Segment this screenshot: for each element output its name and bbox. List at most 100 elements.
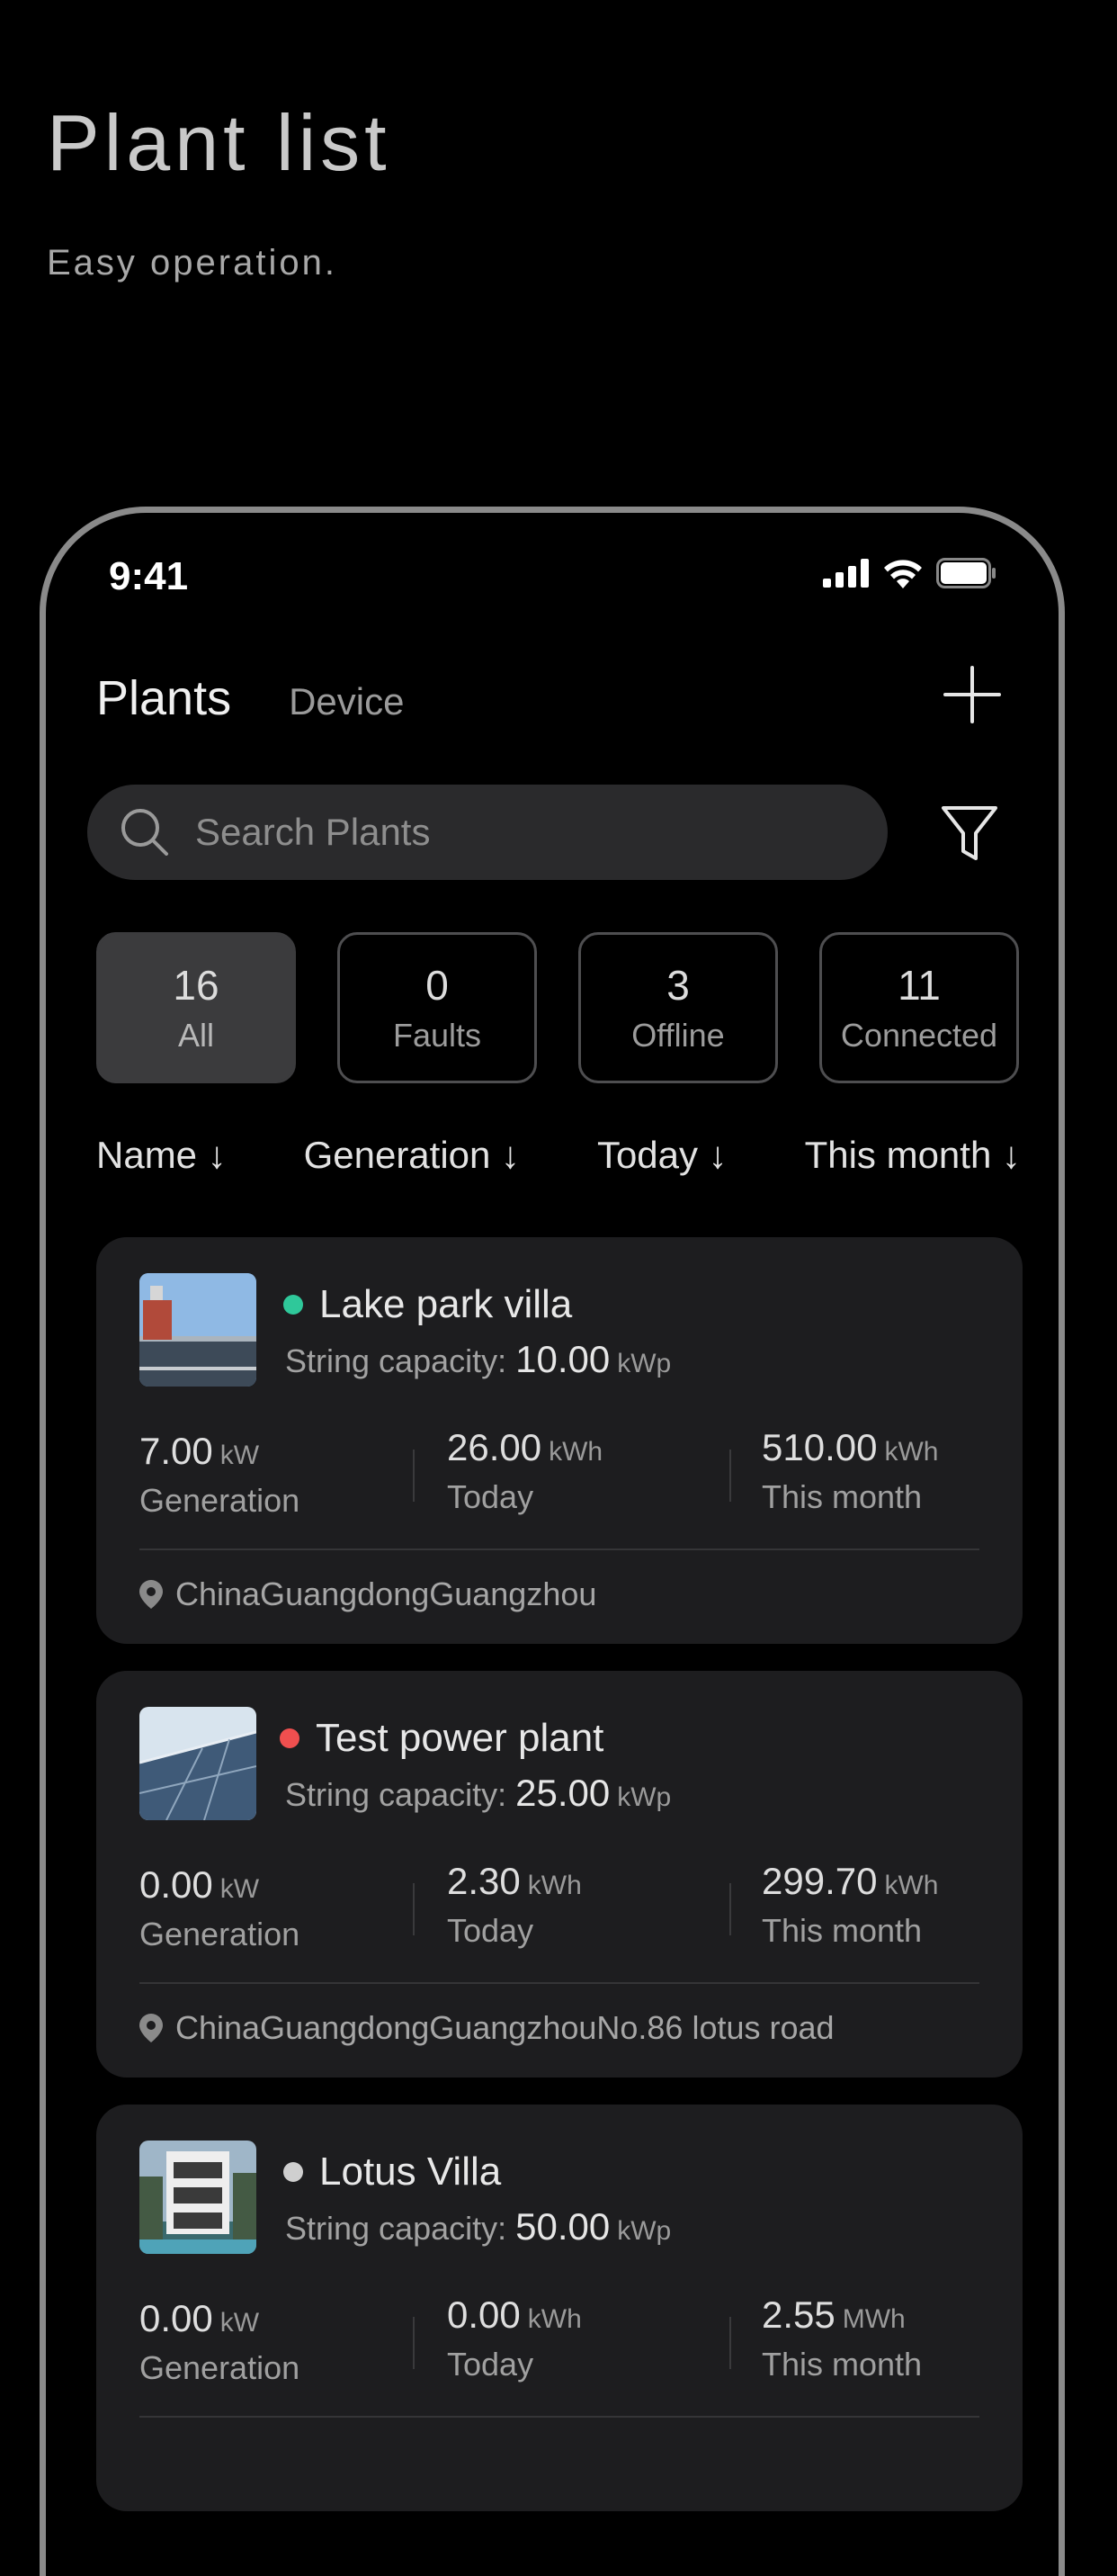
- generation-label: Generation: [139, 1916, 300, 1952]
- count-connected: 11: [898, 962, 941, 1010]
- plant-name: Lotus Villa: [319, 2150, 502, 2194]
- location-row: ChinaGuangdongGuangzhou: [139, 1575, 596, 1613]
- status-icons: [823, 558, 997, 588]
- metric-generation: 0.00 kW Generation: [139, 1863, 299, 1953]
- add-plant-button[interactable]: [942, 664, 1003, 725]
- metric-today: 0.00 kWh Today: [447, 2293, 582, 2383]
- status-dot: [280, 1728, 299, 1748]
- search-input[interactable]: [193, 810, 827, 855]
- generation-unit: kW: [219, 1441, 260, 1470]
- month-unit: kWh: [884, 1437, 939, 1467]
- sort-generation[interactable]: Generation ↓: [304, 1134, 520, 1177]
- capacity-unit: kWp: [617, 2216, 672, 2246]
- month-unit: kWh: [884, 1871, 939, 1900]
- divider: [139, 2416, 979, 2418]
- today-label: Today: [447, 1912, 534, 1949]
- phone-frame: 9:41 Plants Device Search Plants 16 All …: [40, 507, 1065, 2576]
- battery-icon: [936, 558, 996, 588]
- hero-subtitle: Easy operation.: [47, 243, 337, 283]
- month-unit: MWh: [842, 2304, 906, 2334]
- generation-value: 7.00: [139, 1430, 213, 1472]
- metric-today: 2.30 kWh Today: [447, 1860, 582, 1950]
- sort-this-month[interactable]: This month ↓: [805, 1134, 1021, 1177]
- location-pin-icon: [139, 1580, 163, 1609]
- generation-value: 0.00: [139, 2297, 213, 2339]
- today-label: Today: [447, 2346, 534, 2383]
- divider: [413, 2317, 415, 2369]
- capacity-row: String capacity: 25.00 kWp: [285, 1772, 671, 1815]
- month-label: This month: [762, 1912, 923, 1949]
- sort-today[interactable]: Today ↓: [597, 1134, 728, 1177]
- location-pin-icon: [139, 2014, 163, 2042]
- tab-plants[interactable]: Plants: [96, 670, 231, 726]
- plant-name-row: Lake park villa: [283, 1282, 572, 1327]
- capacity-value: 10.00: [515, 1338, 611, 1380]
- capacity-label: String capacity:: [285, 2210, 507, 2247]
- month-label: This month: [762, 1478, 923, 1515]
- capacity-unit: kWp: [617, 1349, 672, 1378]
- generation-label: Generation: [139, 2349, 300, 2386]
- top-tabs: Plants Device: [96, 670, 404, 726]
- signal-icon: [823, 559, 869, 588]
- status-time: 9:41: [109, 554, 189, 598]
- capacity-value: 25.00: [515, 1772, 611, 1814]
- capacity-value: 50.00: [515, 2205, 611, 2248]
- sort-name[interactable]: Name ↓: [96, 1134, 227, 1177]
- capacity-label: String capacity:: [285, 1342, 507, 1379]
- generation-unit: kW: [219, 2308, 260, 2338]
- label-connected: Connected: [840, 1016, 998, 1054]
- wifi-icon: [884, 560, 922, 588]
- plant-thumbnail: [139, 1707, 256, 1820]
- count-all: 16: [173, 962, 219, 1010]
- month-value: 299.70: [762, 1860, 878, 1902]
- today-value: 2.30: [447, 1860, 521, 1902]
- count-offline: 3: [666, 962, 690, 1010]
- status-dot: [283, 1295, 303, 1315]
- divider: [413, 1883, 415, 1935]
- sort-bar: Name ↓ Generation ↓ Today ↓ This month ↓: [96, 1134, 1021, 1177]
- generation-value: 0.00: [139, 1863, 213, 1906]
- filter-faults[interactable]: 0 Faults: [337, 932, 537, 1083]
- plant-name-row: Test power plant: [280, 1716, 603, 1761]
- label-offline: Offline: [631, 1016, 725, 1054]
- filter-icon[interactable]: [940, 803, 999, 866]
- count-faults: 0: [425, 962, 449, 1010]
- divider: [413, 1450, 415, 1502]
- metric-month: 510.00 kWh This month: [762, 1426, 938, 1516]
- location-text: ChinaGuangdongGuangzhou: [175, 1575, 597, 1612]
- filter-offline[interactable]: 3 Offline: [578, 932, 778, 1083]
- search-bar[interactable]: [87, 785, 888, 880]
- status-dot: [283, 2162, 303, 2182]
- today-label: Today: [447, 1478, 534, 1515]
- generation-label: Generation: [139, 1482, 300, 1519]
- label-all: All: [177, 1016, 214, 1054]
- divider: [729, 1450, 731, 1502]
- search-icon: [121, 809, 168, 856]
- plant-thumbnail: [139, 2141, 256, 2254]
- month-value: 2.55: [762, 2293, 836, 2336]
- tab-device[interactable]: Device: [289, 680, 404, 723]
- capacity-row: String capacity: 10.00 kWp: [285, 1338, 671, 1381]
- capacity-unit: kWp: [617, 1782, 672, 1812]
- metric-month: 2.55 MWh This month: [762, 2293, 922, 2383]
- capacity-label: String capacity:: [285, 1776, 507, 1813]
- divider: [139, 1982, 979, 1984]
- plant-name: Lake park villa: [319, 1282, 573, 1326]
- month-value: 510.00: [762, 1426, 878, 1468]
- divider: [729, 1883, 731, 1935]
- plant-card[interactable]: Lake park villa String capacity: 10.00 k…: [96, 1237, 1023, 1644]
- today-unit: kWh: [549, 1437, 603, 1467]
- filter-all[interactable]: 16 All: [96, 932, 296, 1083]
- divider: [139, 1548, 979, 1550]
- plant-card[interactable]: Lotus Villa String capacity: 50.00 kWp 0…: [96, 2105, 1023, 2511]
- filter-connected[interactable]: 11 Connected: [819, 932, 1019, 1083]
- today-unit: kWh: [527, 1871, 582, 1900]
- plant-card[interactable]: Test power plant String capacity: 25.00 …: [96, 1671, 1023, 2078]
- hero-title: Plant list: [47, 98, 391, 187]
- metric-today: 26.00 kWh Today: [447, 1426, 603, 1516]
- month-label: This month: [762, 2346, 923, 2383]
- plant-name-row: Lotus Villa: [283, 2150, 501, 2195]
- divider: [729, 2317, 731, 2369]
- today-value: 26.00: [447, 1426, 542, 1468]
- metric-month: 299.70 kWh This month: [762, 1860, 938, 1950]
